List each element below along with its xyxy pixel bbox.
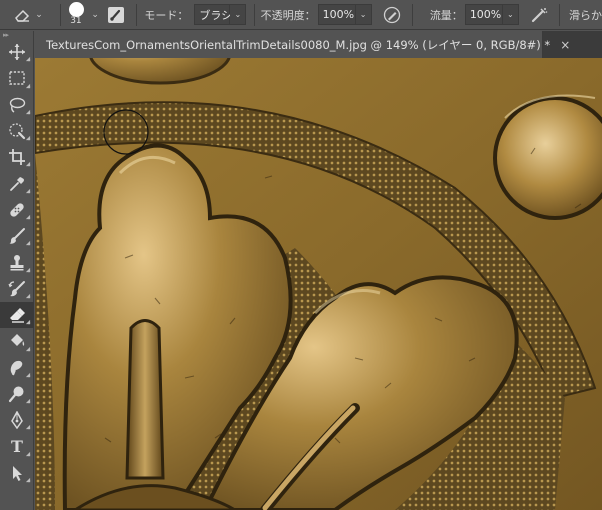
type-icon: T: [11, 437, 23, 457]
type-tool[interactable]: T: [0, 433, 34, 459]
healing-brush-tool[interactable]: [0, 197, 34, 223]
pressure-pen-icon: [383, 6, 400, 23]
lasso-tool[interactable]: [0, 92, 34, 118]
pen-icon: [11, 411, 23, 430]
brush-tip-preview: [69, 1, 85, 17]
smoothing-label: 滑らか: [569, 8, 602, 22]
brush-tool[interactable]: [0, 223, 34, 249]
crop-icon: [9, 149, 25, 166]
opacity-label: 不透明度：: [260, 8, 316, 22]
stamp-icon: [10, 254, 24, 271]
brush-preset-picker[interactable]: 31 ⌄: [66, 0, 102, 29]
eyedropper-tool[interactable]: [0, 170, 34, 196]
pressure-opacity-button[interactable]: [382, 0, 402, 29]
document-tab[interactable]: TexturesCom_OrnamentsOrientalTrimDetails…: [35, 31, 570, 58]
history-brush-icon: [8, 280, 25, 297]
airbrush-icon: [531, 7, 548, 22]
paint-bucket-tool[interactable]: [0, 328, 34, 354]
marquee-tool[interactable]: [0, 65, 34, 91]
eraser-tool[interactable]: [0, 301, 34, 329]
quick-selection-tool[interactable]: [0, 118, 34, 144]
brush-settings-button[interactable]: [106, 0, 126, 29]
path-selection-tool[interactable]: [0, 460, 34, 486]
move-tool[interactable]: [0, 39, 34, 65]
panel-collapse-button[interactable]: ▸▸: [0, 31, 33, 39]
mode-select[interactable]: ブラシ: [194, 4, 232, 25]
paint-bucket-icon: [11, 334, 25, 347]
flow-label: 流量：: [429, 8, 463, 22]
bandage-icon: [10, 203, 24, 217]
path-selection-icon: [13, 465, 22, 481]
airbrush-button[interactable]: [529, 0, 549, 29]
rectangular-marquee-icon: [9, 71, 25, 86]
eyedropper-icon: [10, 176, 24, 191]
document-canvas[interactable]: [35, 58, 602, 510]
dodge-tool[interactable]: [0, 381, 34, 407]
history-brush-tool[interactable]: [0, 276, 34, 302]
brush-settings-icon: [108, 6, 125, 23]
lasso-icon: [9, 97, 26, 113]
canvas-image: [35, 58, 602, 510]
brush-size-value: 31: [70, 15, 82, 26]
document-title: TexturesCom_OrnamentsOrientalTrimDetails…: [46, 37, 551, 52]
mode-label: モード：: [144, 8, 189, 22]
smudge-tool[interactable]: [0, 355, 34, 381]
tool-preset-picker[interactable]: ⌄: [0, 0, 46, 29]
options-bar: ⌄ 31 ⌄ モード： ブラシ ⌄ 不透明度： 100% ⌄ 流量： 100% …: [0, 0, 602, 30]
flow-input[interactable]: 100%: [464, 4, 503, 25]
tools-panel: ▸▸ T: [0, 31, 34, 510]
close-icon[interactable]: ×: [560, 38, 570, 52]
document-tab-bar: TexturesCom_OrnamentsOrientalTrimDetails…: [35, 31, 602, 58]
chevron-down-icon[interactable]: ⌄: [502, 4, 519, 25]
chevron-down-icon[interactable]: ⌄: [230, 4, 247, 25]
crop-tool[interactable]: [0, 144, 34, 170]
pen-tool[interactable]: [0, 407, 34, 433]
eraser-icon: [15, 9, 30, 22]
opacity-input[interactable]: 100%: [317, 4, 356, 25]
quick-selection-icon: [9, 123, 26, 140]
clone-stamp-tool[interactable]: [0, 249, 34, 275]
chevron-down-icon: ⌄: [91, 9, 99, 20]
eraser-icon: [10, 308, 25, 323]
move-icon: [9, 44, 25, 61]
chevron-down-icon: ⌄: [35, 9, 43, 20]
chevron-down-icon[interactable]: ⌄: [355, 4, 372, 25]
dodge-icon: [8, 386, 24, 403]
brush-icon: [9, 228, 25, 244]
smudge-icon: [10, 360, 23, 376]
